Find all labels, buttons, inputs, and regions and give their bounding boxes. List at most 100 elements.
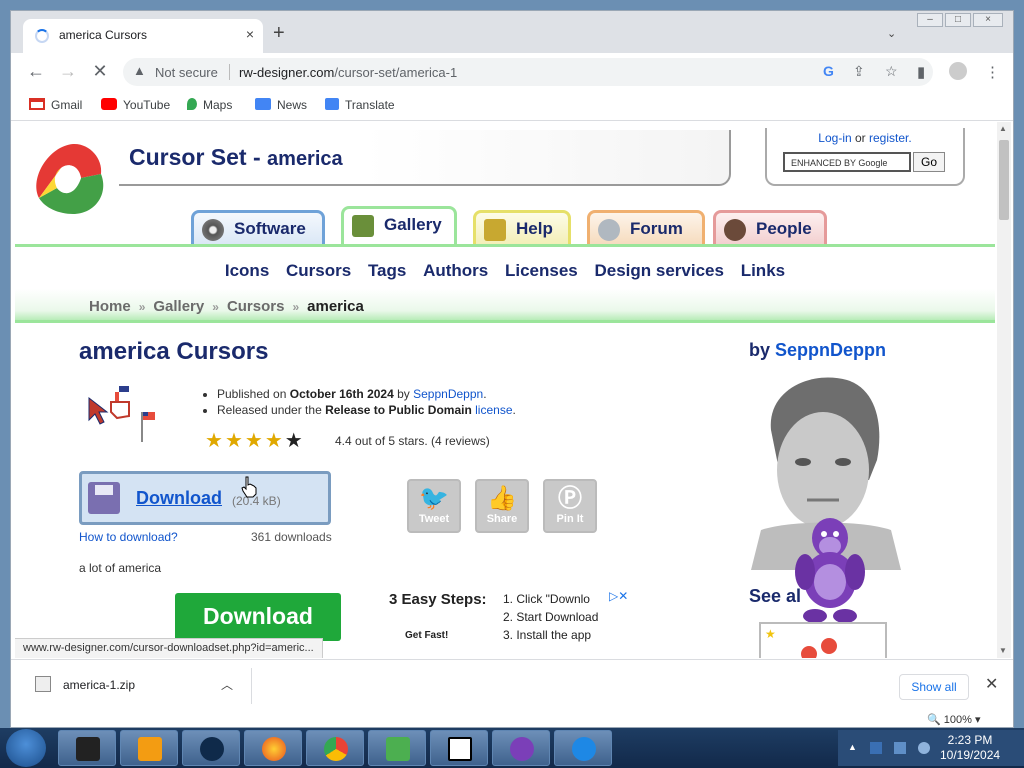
address-bar[interactable]: ▲ Not secure rw-designer.com/cursor-set/… (123, 58, 933, 86)
taskbar-app-media[interactable] (120, 730, 178, 766)
bookmark-gmail[interactable]: Gmail (29, 98, 82, 112)
scroll-down-icon[interactable]: ▼ (999, 646, 1007, 655)
taskbar-ie[interactable] (554, 730, 612, 766)
gmail-icon (29, 98, 45, 110)
bookmark-youtube[interactable]: YouTube (101, 98, 170, 112)
ad-brand: Get Fast! (405, 630, 449, 641)
scroll-up-icon[interactable]: ▲ (999, 124, 1007, 133)
pin-it-button[interactable]: Ⓟ Pin It (543, 479, 597, 533)
show-all-button[interactable]: Show all (899, 674, 969, 700)
url-text[interactable]: rw-designer.com/cursor-set/america-1 (239, 65, 457, 80)
volume-icon[interactable] (918, 742, 930, 754)
taskbar-firefox[interactable] (244, 730, 302, 766)
taskbar-app-1[interactable] (58, 730, 116, 766)
download-shelf: america-1.zip ︿ Show all ✕ (11, 659, 1013, 711)
browser-window: america Cursors × + ⌄ – □ × ← → ✕ ▲ Not … (10, 10, 1014, 728)
menu-tags[interactable]: Tags (368, 261, 406, 280)
zoom-level[interactable]: 🔍 100% ▾ (927, 713, 980, 726)
tab-close-icon[interactable]: × (241, 26, 259, 42)
new-tab-button[interactable]: + (273, 23, 285, 43)
menu-links[interactable]: Links (741, 261, 785, 280)
taskbar-chrome[interactable] (306, 730, 364, 766)
search-go-button[interactable]: Go (913, 152, 945, 172)
bookmark-star-icon[interactable]: ☆ (885, 63, 898, 80)
bonzi-buddy-gorilla-icon[interactable] (785, 512, 875, 624)
url-host: rw-designer.com (239, 65, 335, 80)
taskbar-app-3[interactable] (182, 730, 240, 766)
taskbar-clock[interactable]: 2:23 PM 10/19/2024 (940, 733, 1000, 763)
bookmark-maps[interactable]: Maps (187, 98, 232, 112)
maximize-button[interactable]: □ (945, 13, 971, 27)
login-link[interactable]: Log-in (818, 131, 851, 145)
monitor-icon[interactable] (894, 742, 906, 754)
page-scrollbar[interactable]: ▲ ▼ (997, 122, 1011, 658)
taskbar-bonzi[interactable] (492, 730, 550, 766)
tab-title: america Cursors (59, 28, 148, 42)
cursor-thumbnail-card[interactable]: ★ (759, 622, 887, 658)
menu-icons[interactable]: Icons (225, 261, 269, 280)
author-inline-link[interactable]: SeppnDeppn (413, 387, 483, 401)
google-lens-icon[interactable]: G (823, 63, 834, 79)
page-title: Cursor Set - america (129, 144, 343, 170)
breadcrumb-home[interactable]: Home (89, 298, 131, 315)
menu-cursors[interactable]: Cursors (286, 261, 351, 280)
menu-licenses[interactable]: Licenses (505, 261, 578, 280)
breadcrumb-cursors[interactable]: Cursors (227, 298, 285, 315)
browser-toolbar: ← → ✕ ▲ Not secure rw-designer.com/curso… (11, 53, 1013, 91)
shelf-close-icon[interactable]: ✕ (985, 674, 998, 694)
close-window-button[interactable]: × (973, 13, 1003, 27)
scrollbar-thumb[interactable] (999, 140, 1009, 220)
how-to-download-link[interactable]: How to download? (79, 530, 178, 544)
stop-loading-icon[interactable]: ✕ (89, 61, 111, 81)
back-arrow-icon[interactable]: ← (25, 61, 47, 81)
download-link[interactable]: Download (136, 488, 222, 509)
tweet-button[interactable]: 🐦 Tweet (407, 479, 461, 533)
ad-close-icon[interactable]: ▷✕ (609, 589, 628, 603)
menu-kebab-icon[interactable]: ⋮ (985, 63, 1000, 81)
taskbar-7zip[interactable] (430, 730, 488, 766)
menu-authors[interactable]: Authors (423, 261, 488, 280)
nav-tab-forum[interactable]: Forum (587, 210, 705, 244)
see-all-heading[interactable]: See al (749, 586, 801, 607)
rating-text: 4.4 out of 5 stars. (4 reviews) (335, 434, 490, 448)
zip-file-icon (35, 676, 51, 692)
nav-tab-software[interactable]: Software (191, 210, 325, 244)
cursor-preview-icon (88, 386, 155, 442)
ad-steps[interactable]: 1. Click "Downlo 2. Start Download 3. In… (503, 590, 598, 644)
profile-avatar-icon[interactable] (949, 62, 967, 80)
share-button[interactable]: 👍 Share (475, 479, 529, 533)
nav-tab-people[interactable]: People (713, 210, 827, 244)
ad-download-button[interactable]: Download (175, 593, 341, 641)
chevron-up-icon[interactable]: ︿ (221, 676, 233, 693)
breadcrumb-band: Home» Gallery» Cursors» america (15, 289, 995, 323)
bookmark-translate[interactable]: Translate (325, 98, 395, 112)
7zip-icon (448, 737, 472, 761)
share-icon[interactable]: ⇪ (853, 63, 865, 80)
author-link[interactable]: SeppnDeppn (775, 340, 886, 360)
breadcrumb-gallery[interactable]: Gallery (153, 298, 204, 315)
license-link[interactable]: license (475, 403, 512, 417)
register-link[interactable]: register. (869, 131, 912, 145)
menu-design-services[interactable]: Design services (595, 261, 724, 280)
tab-search-icon[interactable]: ⌄ (887, 27, 896, 40)
tray-expand-icon[interactable]: ▲ (848, 742, 860, 754)
side-panel-icon[interactable]: ▮ (917, 63, 925, 81)
taskbar-network[interactable] (368, 730, 426, 766)
nav-tab-gallery[interactable]: Gallery (341, 206, 457, 244)
forward-arrow-icon[interactable]: → (57, 61, 79, 81)
site-search-input[interactable]: ENHANCED BY Google (783, 152, 911, 172)
ad-steps-title: 3 Easy Steps: (389, 591, 487, 608)
minimize-button[interactable]: – (917, 13, 943, 27)
download-panel[interactable]: Download (20.4 kB) (79, 471, 331, 525)
bookmark-news[interactable]: News (255, 98, 307, 112)
star-icon: ★ (205, 430, 225, 452)
downloaded-file-name[interactable]: america-1.zip (63, 678, 135, 692)
active-tab[interactable]: america Cursors × (23, 19, 263, 53)
rating-stars[interactable]: ★★★★★ (205, 428, 305, 453)
windows-taskbar: ▲ 2:23 PM 10/19/2024 (0, 728, 1024, 768)
shield-icon[interactable] (870, 742, 882, 754)
start-button[interactable] (6, 729, 46, 767)
rw-designer-logo[interactable] (29, 138, 111, 218)
nav-tab-help[interactable]: Help (473, 210, 571, 244)
software-disc-icon (202, 219, 224, 241)
